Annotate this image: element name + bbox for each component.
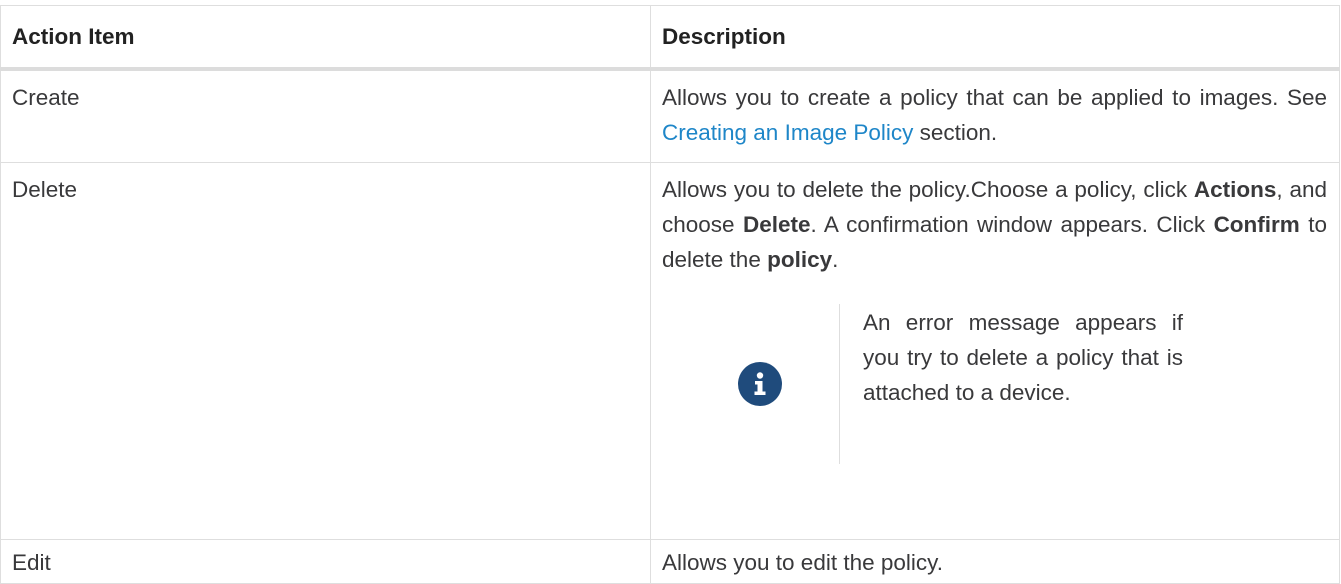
description-text: Allows you to delete the policy.Choose a…	[662, 176, 1194, 202]
note-icon-cell	[680, 303, 840, 464]
action-table: Action Item Description Create Allows yo…	[0, 5, 1340, 584]
bold-delete: Delete	[742, 211, 811, 237]
table-row: Delete Allows you to delete the policy.C…	[0, 161, 1340, 540]
action-cell-edit: Edit	[0, 538, 651, 584]
description-text: section.	[913, 120, 998, 145]
delete-description: Allows you to delete the policy.Choose a…	[662, 172, 1327, 277]
table-row: Edit Allows you to edit the policy.	[0, 538, 1340, 584]
bold-confirm: Confirm	[1213, 211, 1300, 237]
bold-policy: policy	[767, 246, 833, 272]
note-text: An error message appears if you try to d…	[863, 309, 1183, 405]
description-cell-delete: Allows you to delete the policy.Choose a…	[650, 161, 1340, 540]
creating-image-policy-link[interactable]: Creating an Image Policy	[662, 120, 913, 145]
table-row: Create Allows you to create a policy tha…	[0, 68, 1340, 163]
description-text: Allows you to create a policy that can b…	[662, 85, 1327, 110]
action-cell-create: Create	[0, 68, 651, 163]
column-header-description: Description	[650, 5, 1340, 71]
description-cell-create: Allows you to create a policy that can b…	[650, 68, 1340, 163]
column-header-action-item: Action Item	[0, 5, 651, 71]
page: Action Item Description Create Allows yo…	[0, 0, 1341, 584]
bold-actions: Actions	[1193, 176, 1277, 202]
table-header-row: Action Item Description	[0, 5, 1340, 71]
info-note: An error message appears if you try to d…	[680, 303, 1327, 464]
description-text: . A confirmation window appears. Click	[810, 211, 1214, 237]
description-text: .	[832, 246, 839, 272]
info-icon	[737, 361, 782, 406]
action-cell-delete: Delete	[0, 161, 651, 540]
description-cell-edit: Allows you to edit the policy.	[650, 538, 1340, 584]
